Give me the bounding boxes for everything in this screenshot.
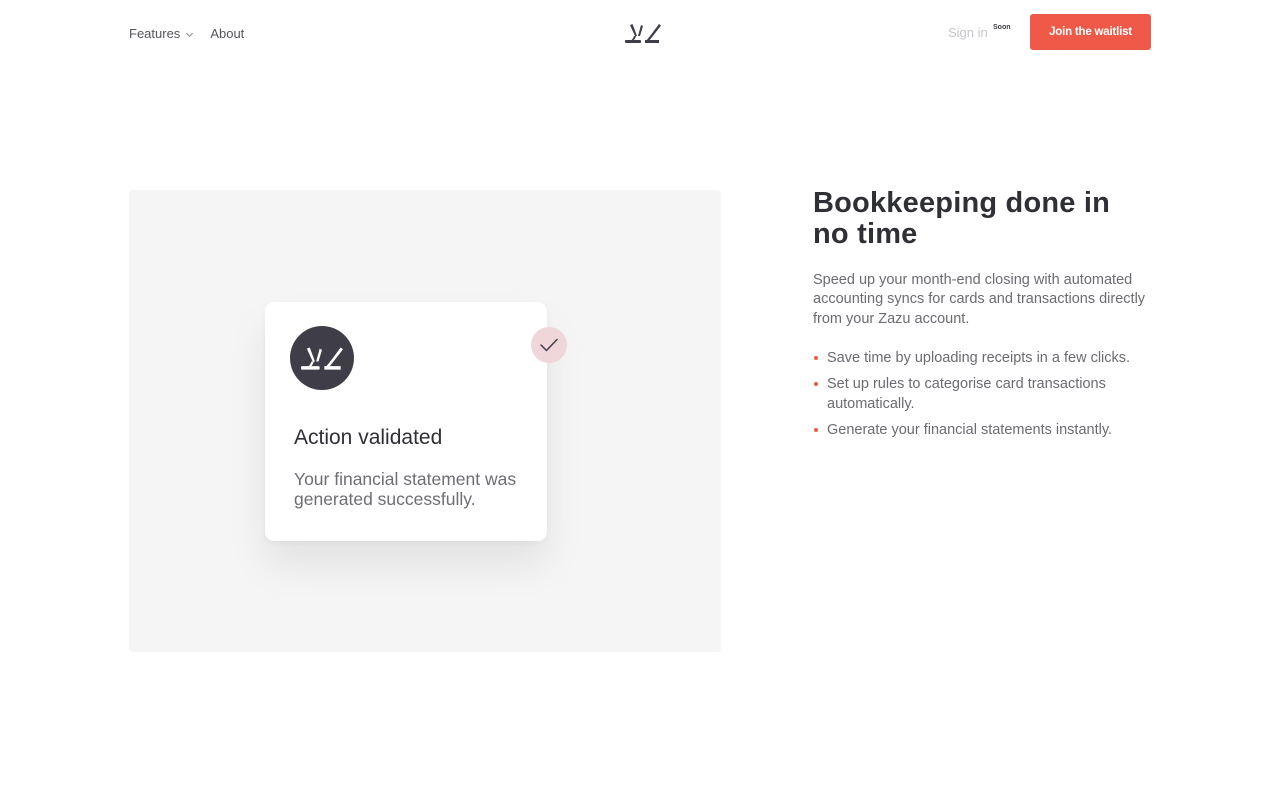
bullet-dot-icon xyxy=(814,427,818,432)
nav-about[interactable]: About xyxy=(210,26,244,41)
join-waitlist-button[interactable]: Join the waitlist xyxy=(1030,14,1151,50)
section-intro: Speed up your month-end closing with aut… xyxy=(813,272,1146,327)
list-item-text: Generate your financial statements insta… xyxy=(827,421,1113,438)
list-item: Save time by uploading receipts in a few… xyxy=(813,349,1153,368)
list-item-text: Set up rules to categorise card transact… xyxy=(827,376,1106,412)
bullet-dot-icon xyxy=(814,356,818,360)
avatar xyxy=(290,326,354,390)
page: Features About Sign in Soon Join the wai… xyxy=(0,0,1280,793)
zazu-logo-icon[interactable] xyxy=(625,23,661,43)
feature-list: Save time by uploading receipts in a few… xyxy=(813,349,1153,447)
chevron-down-icon xyxy=(186,32,194,37)
list-item-text: Save time by uploading receipts in a few… xyxy=(827,350,1131,366)
check-badge xyxy=(531,327,567,363)
zazu-logo-icon xyxy=(301,347,343,370)
notification-card: Action validated Your financial statemen… xyxy=(265,302,547,541)
nav-about-label: About xyxy=(210,25,245,41)
list-item: Generate your financial statements insta… xyxy=(813,421,1153,440)
soon-badge: Soon xyxy=(993,24,1011,31)
bullet-dot-icon xyxy=(814,382,818,387)
nav-features[interactable]: Features xyxy=(129,26,194,41)
sign-in-link: Sign in xyxy=(948,25,988,40)
checkmark-icon xyxy=(540,338,558,352)
main-nav: Features About xyxy=(129,24,244,42)
nav-features-label: Features xyxy=(129,25,181,41)
list-item: Set up rules to categorise card transact… xyxy=(813,375,1153,414)
card-body: Your financial statement was generated s… xyxy=(294,469,517,509)
section-headline: Bookkeeping done in no time xyxy=(813,187,1111,250)
card-title: Action validated xyxy=(294,426,443,449)
